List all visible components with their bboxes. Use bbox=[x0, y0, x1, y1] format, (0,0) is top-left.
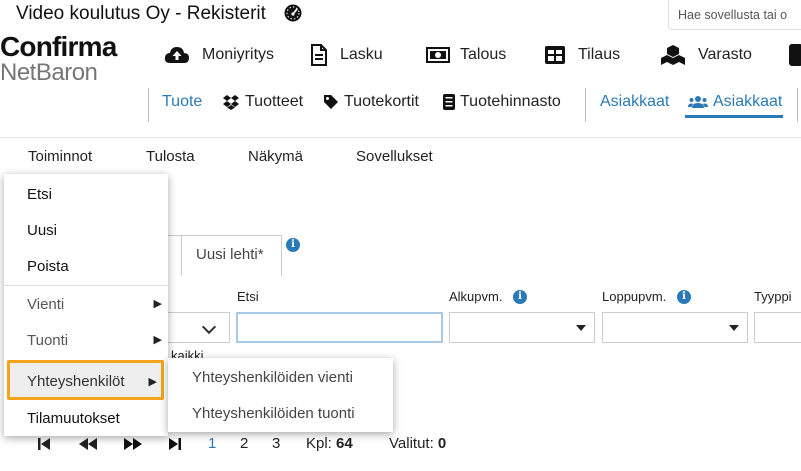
yhteyshenkilot-submenu: Yhteyshenkilöiden vienti Yhteyshenkilöid… bbox=[168, 358, 393, 432]
search-label: Etsi bbox=[237, 289, 259, 304]
subnav-tuotehinnasto-label: Tuotehinnasto bbox=[460, 93, 561, 110]
caret-down-icon bbox=[729, 325, 739, 331]
nav-varasto-label: Varasto bbox=[698, 46, 752, 63]
next-page-icon[interactable] bbox=[123, 436, 143, 452]
menu-item-tuonti-label: Tuonti bbox=[27, 332, 69, 349]
subnav-separator bbox=[148, 88, 149, 122]
prev-page-icon[interactable] bbox=[78, 436, 98, 452]
document-icon bbox=[311, 44, 327, 66]
company-title: Video koulutus Oy - Rekisterit bbox=[16, 3, 266, 24]
nav-overflow-icon[interactable] bbox=[789, 44, 801, 66]
menu-item-etsi[interactable]: Etsi bbox=[4, 176, 168, 212]
info-icon[interactable]: i bbox=[513, 290, 527, 304]
caret-right-icon: ▶ bbox=[153, 334, 162, 346]
menu-item-poista[interactable]: Poista bbox=[4, 248, 168, 284]
nav-moniyritys-label: Moniyritys bbox=[202, 46, 275, 63]
end-date-select[interactable] bbox=[602, 312, 748, 343]
toiminnot-dropdown: Etsi Uusi Poista Vienti ▶ Tuonti ▶ Yhtey… bbox=[4, 174, 168, 436]
type-label: Tyyppi bbox=[754, 289, 792, 304]
nav-tilaus-label: Tilaus bbox=[578, 46, 621, 63]
type-select[interactable] bbox=[754, 312, 801, 343]
logo-netbaron-text: NetBaron bbox=[0, 59, 98, 86]
page-3[interactable]: 3 bbox=[272, 435, 280, 452]
tab-uusi-lehti[interactable]: Uusi lehti* bbox=[181, 235, 282, 276]
subnav-group-asiakkaat[interactable]: Asiakkaat bbox=[600, 93, 669, 111]
info-icon[interactable]: i bbox=[286, 238, 300, 252]
first-page-icon[interactable] bbox=[37, 436, 51, 452]
subnav-tuotteet-label: Tuotteet bbox=[245, 93, 304, 110]
page-1[interactable]: 1 bbox=[208, 435, 216, 452]
users-icon bbox=[688, 96, 708, 108]
subnav-group-tuote[interactable]: Tuote bbox=[162, 93, 202, 111]
start-date-label: Alkupvm. bbox=[449, 289, 503, 304]
record-count: Kpl: 64 bbox=[306, 435, 353, 452]
page-2[interactable]: 2 bbox=[240, 435, 248, 452]
tag-icon bbox=[324, 95, 338, 109]
company-logo[interactable]: Confirma NetBaron bbox=[0, 31, 140, 86]
app-search-input[interactable]: Hae sovellusta tai o bbox=[668, 0, 801, 30]
nav-lasku[interactable]: Lasku bbox=[310, 40, 383, 70]
menu-nakyma[interactable]: Näkymä bbox=[248, 148, 303, 165]
subnav-tuotehinnasto[interactable]: Tuotehinnasto bbox=[443, 93, 561, 111]
submenu-item-vienti[interactable]: Yhteyshenkilöiden vienti bbox=[168, 359, 393, 395]
caret-right-icon: ▶ bbox=[148, 376, 157, 388]
tab-strip-edge bbox=[168, 235, 181, 276]
search-input[interactable] bbox=[236, 312, 443, 343]
subnav-tuotekortit-label: Tuotekortit bbox=[344, 93, 419, 110]
subnav-separator bbox=[585, 88, 586, 122]
subnav-separator bbox=[797, 88, 798, 122]
start-date-select[interactable] bbox=[449, 312, 595, 343]
menu-toiminnot[interactable]: Toiminnot bbox=[28, 148, 92, 165]
nav-moniyritys[interactable]: Moniyritys bbox=[164, 40, 274, 70]
menu-item-tilamuutokset[interactable]: Tilamuutokset bbox=[4, 400, 168, 436]
subnav-tuotteet[interactable]: Tuotteet bbox=[222, 93, 303, 111]
logo-confirma-text: Confirma bbox=[0, 31, 117, 62]
nav-talous[interactable]: Talous bbox=[426, 40, 506, 70]
money-icon bbox=[426, 47, 450, 63]
selected-count: Valitut: 0 bbox=[389, 435, 447, 452]
grid-icon bbox=[545, 46, 565, 64]
gauge-icon[interactable] bbox=[284, 4, 302, 22]
subnav-asiakkaat-active-label: Asiakkaat bbox=[713, 93, 783, 110]
menu-item-vienti[interactable]: Vienti ▶ bbox=[4, 286, 168, 322]
menu-sovellukset[interactable]: Sovellukset bbox=[356, 148, 433, 165]
nav-tilaus[interactable]: Tilaus bbox=[544, 40, 620, 70]
list-icon bbox=[443, 94, 455, 110]
submenu-item-tuonti[interactable]: Yhteyshenkilöiden tuonti bbox=[168, 395, 393, 431]
menu-item-yhteyshenkilot-label: Yhteyshenkilöt bbox=[27, 373, 125, 390]
cubes-icon bbox=[661, 45, 685, 65]
subnav-asiakkaat-active[interactable]: Asiakkaat bbox=[688, 93, 782, 111]
nav-varasto[interactable]: Varasto bbox=[660, 40, 752, 70]
menu-item-vienti-label: Vienti bbox=[27, 296, 65, 313]
last-page-icon[interactable] bbox=[168, 436, 182, 452]
nav-talous-label: Talous bbox=[460, 46, 507, 63]
menu-tulosta[interactable]: Tulosta bbox=[146, 148, 195, 165]
caret-down-icon bbox=[576, 325, 586, 331]
info-icon[interactable]: i bbox=[677, 290, 691, 304]
subnav-tuotekortit[interactable]: Tuotekortit bbox=[323, 93, 419, 111]
active-tab-underline bbox=[685, 115, 783, 118]
menu-item-uusi[interactable]: Uusi bbox=[4, 212, 168, 248]
nav-lasku-label: Lasku bbox=[340, 46, 383, 63]
end-date-label: Loppupvm. bbox=[602, 289, 667, 304]
dropbox-icon bbox=[223, 95, 239, 110]
top-header: Video koulutus Oy - Rekisterit Hae sovel… bbox=[0, 0, 801, 138]
caret-right-icon: ▶ bbox=[153, 298, 162, 310]
cloud-upload-icon bbox=[164, 47, 189, 63]
menu-item-tuonti[interactable]: Tuonti ▶ bbox=[4, 322, 168, 358]
menu-item-yhteyshenkilot[interactable]: Yhteyshenkilöt ▶ bbox=[7, 360, 164, 400]
